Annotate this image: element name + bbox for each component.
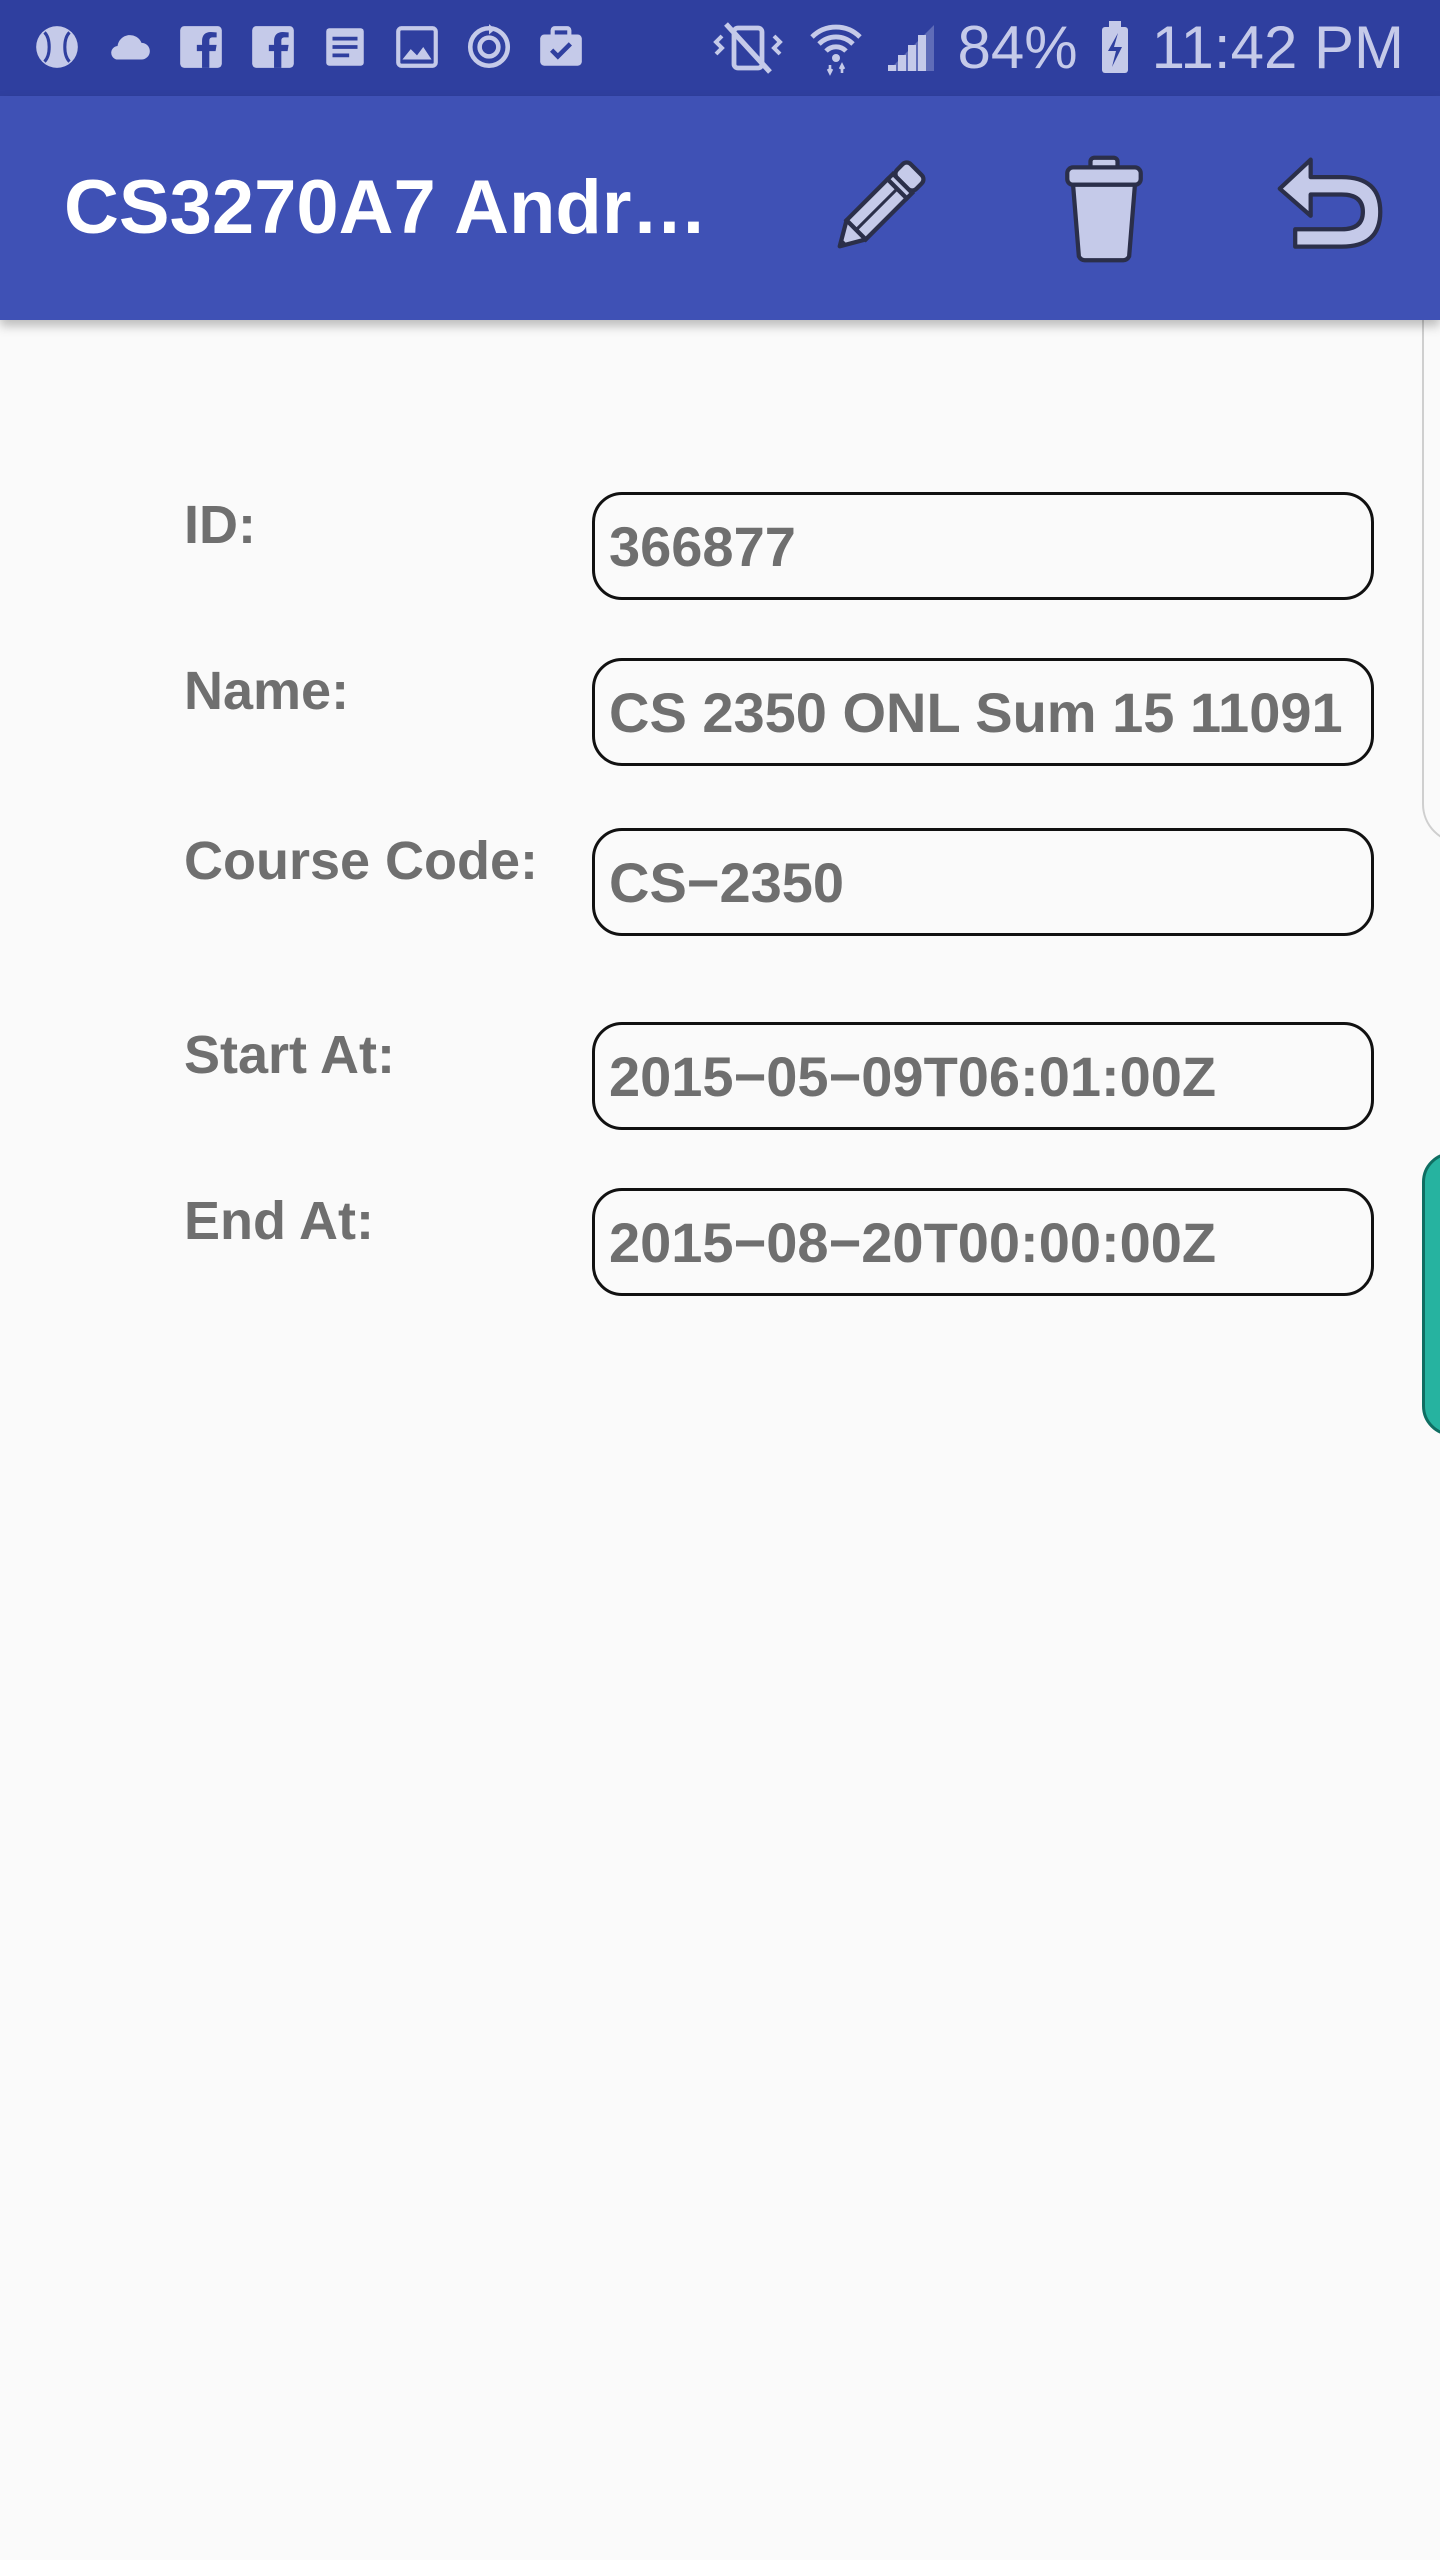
id-label: ID: [184, 495, 256, 555]
notification-icons [32, 22, 586, 72]
form-row-start-at: Start At: [0, 1022, 1440, 1132]
page-title: CS3270A7 Andre… [64, 165, 744, 250]
edit-button[interactable] [818, 148, 938, 268]
briefcase-check-icon [540, 26, 582, 66]
form-row-end-at: End At: [0, 1188, 1440, 1298]
pencil-icon [837, 160, 926, 249]
end-at-label: End At: [184, 1191, 374, 1251]
start-at-field[interactable] [592, 1022, 1374, 1130]
vibrate-mute-icon [712, 22, 783, 74]
system-icons: 84% 11:42 PM [710, 14, 1404, 82]
id-field[interactable] [592, 492, 1374, 600]
undo-button[interactable] [1270, 148, 1390, 268]
undo-icon [1277, 157, 1383, 249]
battery-percent: 84% [957, 14, 1078, 81]
wifi-icon [809, 24, 862, 76]
image-icon [396, 26, 438, 68]
clock: 11:42 PM [1151, 14, 1404, 81]
name-field[interactable] [592, 658, 1374, 766]
facebook-icon [180, 26, 222, 68]
name-label: Name: [184, 661, 350, 721]
trash-icon [1065, 155, 1143, 263]
baseball-icon [36, 26, 78, 68]
cloud-icon [111, 35, 150, 60]
course-code-field[interactable] [592, 828, 1374, 936]
form-row-name: Name: [0, 658, 1440, 768]
document-icon [326, 28, 364, 66]
signal-icon [887, 25, 934, 71]
start-at-label: Start At: [184, 1025, 395, 1085]
status-bar: 84% 11:42 PM [0, 0, 1440, 96]
end-at-field[interactable] [592, 1188, 1374, 1296]
course-code-label: Course Code: [184, 831, 539, 891]
battery-charging-icon [1101, 21, 1128, 73]
form-row-id: ID: [0, 492, 1440, 602]
delete-button[interactable] [1044, 148, 1164, 268]
facebook-icon [252, 26, 294, 68]
app-bar: CS3270A7 Andre… [0, 96, 1440, 320]
form-row-course-code: Course Code: [0, 828, 1440, 938]
sync-icon [467, 24, 511, 69]
